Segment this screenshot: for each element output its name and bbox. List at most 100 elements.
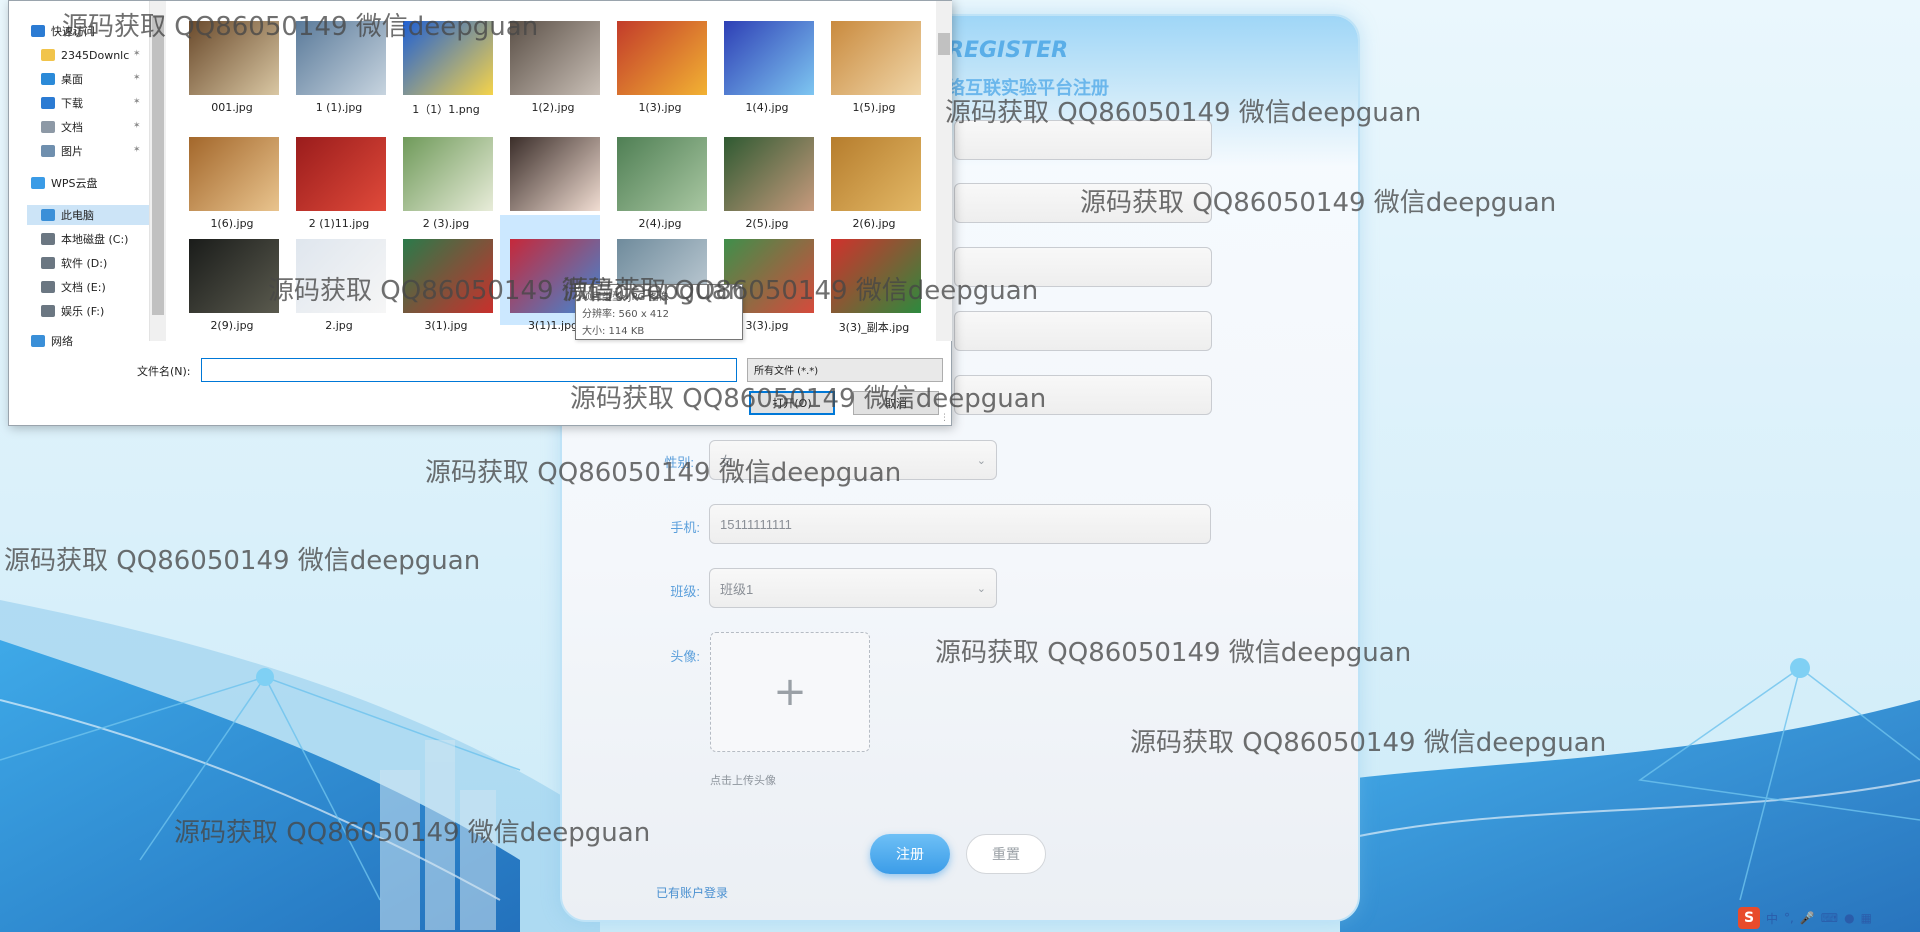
- nav-item-label: 桌面: [61, 73, 83, 86]
- file-item[interactable]: 2(2).jpg: [500, 113, 600, 230]
- text-field-3[interactable]: [954, 247, 1212, 287]
- text-field-1[interactable]: [954, 120, 1212, 160]
- file-thumbnail: [510, 137, 600, 211]
- gender-select[interactable]: 女 ⌄: [709, 440, 997, 480]
- upload-hint: 点击上传头像: [710, 775, 776, 787]
- nav-item[interactable]: 文档 (E:): [41, 277, 106, 297]
- class-select[interactable]: 班级1 ⌄: [709, 568, 997, 608]
- file-thumbnail: [296, 239, 386, 313]
- nav-item-label: 网络: [51, 335, 73, 348]
- text-field-5[interactable]: [954, 375, 1212, 415]
- file-name: 2.jpg: [325, 319, 353, 332]
- ime-mode[interactable]: 中: [1766, 910, 1778, 927]
- cloud-icon: [31, 177, 45, 189]
- file-scrollbar[interactable]: [936, 1, 952, 341]
- desktop-icon: [41, 73, 55, 85]
- drive-icon: [41, 257, 55, 269]
- file-thumbnail: [403, 239, 493, 313]
- file-thumbnail: [831, 137, 921, 211]
- resize-grip-icon[interactable]: ⋮: [940, 413, 949, 423]
- file-item[interactable]: 1(3).jpg: [607, 0, 707, 114]
- pin-icon: ✶: [133, 97, 141, 107]
- class-label: 班级:: [670, 584, 700, 599]
- nav-item-label: 文档: [61, 121, 83, 134]
- nav-item[interactable]: 网络: [31, 331, 73, 351]
- file-item[interactable]: 1（1）1.png: [393, 0, 493, 116]
- file-item[interactable]: 1(6).jpg: [179, 113, 279, 230]
- file-item[interactable]: 001.jpg: [179, 0, 279, 114]
- phone-input[interactable]: 15111111111: [709, 504, 1211, 544]
- file-item[interactable]: 3(3)_副本.jpg: [821, 215, 921, 334]
- sogou-ime-icon[interactable]: S: [1738, 907, 1760, 929]
- nav-item[interactable]: 此电脑: [27, 205, 155, 225]
- pin-icon: ✶: [133, 145, 141, 155]
- nav-item-label: 软件 (D:): [61, 257, 108, 270]
- file-item[interactable]: 1(4).jpg: [714, 0, 814, 114]
- reset-button[interactable]: 重置: [966, 834, 1046, 874]
- nav-item[interactable]: 快速访问: [31, 21, 95, 41]
- microphone-icon[interactable]: 🎤: [1800, 911, 1815, 925]
- file-item[interactable]: 2(4).jpg: [607, 113, 707, 230]
- gender-value: 女: [720, 453, 734, 469]
- file-name: 3(3)_副本.jpg: [838, 321, 910, 334]
- cancel-button[interactable]: 取消: [853, 391, 939, 415]
- nav-item[interactable]: 本地磁盘 (C:): [41, 229, 128, 249]
- nav-item[interactable]: 文档: [41, 117, 83, 137]
- tooltip-resolution: 分辨率: 560 x 412: [582, 309, 669, 320]
- nav-item[interactable]: 软件 (D:): [41, 253, 107, 273]
- file-tooltip: 项目类型: JPG 图像 分辨率: 560 x 412 大小: 114 KB: [575, 284, 743, 340]
- file-thumbnail: [724, 21, 814, 95]
- nav-item-label: 图片: [61, 145, 83, 158]
- file-item[interactable]: 2(9).jpg: [179, 215, 279, 332]
- file-item[interactable]: 1(2).jpg: [500, 0, 600, 114]
- toolbox-icon[interactable]: ▦: [1861, 911, 1872, 925]
- file-item[interactable]: 2(5).jpg: [714, 113, 814, 230]
- filetype-select[interactable]: 所有文件 (*.*): [747, 358, 943, 382]
- nav-item[interactable]: 图片: [41, 141, 83, 161]
- folder-icon: [41, 49, 55, 61]
- drive-icon: [41, 281, 55, 293]
- pin-icon: ✶: [133, 49, 141, 59]
- avatar-label: 头像:: [670, 649, 700, 664]
- plus-icon: +: [773, 669, 807, 715]
- nav-scrollbar[interactable]: [149, 1, 166, 341]
- keyboard-icon[interactable]: ⌨: [1821, 911, 1838, 925]
- download-icon: [41, 97, 55, 109]
- file-item[interactable]: 2 (1)11.jpg: [286, 113, 386, 230]
- pin-icon: ✶: [133, 73, 141, 83]
- file-item[interactable]: 3(1).jpg: [393, 215, 493, 332]
- login-link[interactable]: 已有账户登录: [656, 884, 728, 901]
- open-button[interactable]: 打开(O): [749, 391, 835, 415]
- file-thumbnail: [189, 239, 279, 313]
- nav-item[interactable]: 桌面: [41, 69, 83, 89]
- document-icon: [41, 121, 55, 133]
- file-item[interactable]: 2 (3).jpg: [393, 113, 493, 230]
- nav-item-label: 下载: [61, 97, 83, 110]
- class-value: 班级1: [720, 581, 754, 597]
- file-item[interactable]: 2(6).jpg: [821, 113, 921, 230]
- pictures-icon: [41, 145, 55, 157]
- register-subtitle: 络互联实验平台注册: [947, 78, 1109, 99]
- nav-item[interactable]: 2345Downlc: [41, 45, 129, 65]
- star-icon: [31, 25, 45, 37]
- file-thumbnail: [296, 21, 386, 95]
- avatar-upload[interactable]: +: [710, 632, 870, 752]
- nav-item[interactable]: WPS云盘: [31, 173, 98, 193]
- nav-item[interactable]: 下载: [41, 93, 83, 113]
- file-item[interactable]: 1 (1).jpg: [286, 0, 386, 114]
- file-thumbnail: [403, 137, 493, 211]
- text-field-2[interactable]: [954, 183, 1212, 223]
- register-button[interactable]: 注册: [870, 834, 950, 874]
- filename-input[interactable]: [201, 358, 737, 382]
- text-field-4[interactable]: [954, 311, 1212, 351]
- nav-item-label: 娱乐 (F:): [61, 305, 105, 318]
- filename-label: 文件名(N):: [137, 365, 191, 378]
- chevron-down-icon: ⌄: [976, 454, 986, 467]
- file-item[interactable]: 2.jpg: [286, 215, 386, 332]
- punct-mode[interactable]: °,: [1784, 911, 1794, 925]
- file-item[interactable]: 1(5).jpg: [821, 0, 921, 114]
- nav-item-label: WPS云盘: [51, 177, 98, 190]
- register-title: REGISTER: [947, 38, 1069, 63]
- skin-icon[interactable]: ●: [1844, 911, 1854, 925]
- nav-item[interactable]: 娱乐 (F:): [41, 301, 104, 321]
